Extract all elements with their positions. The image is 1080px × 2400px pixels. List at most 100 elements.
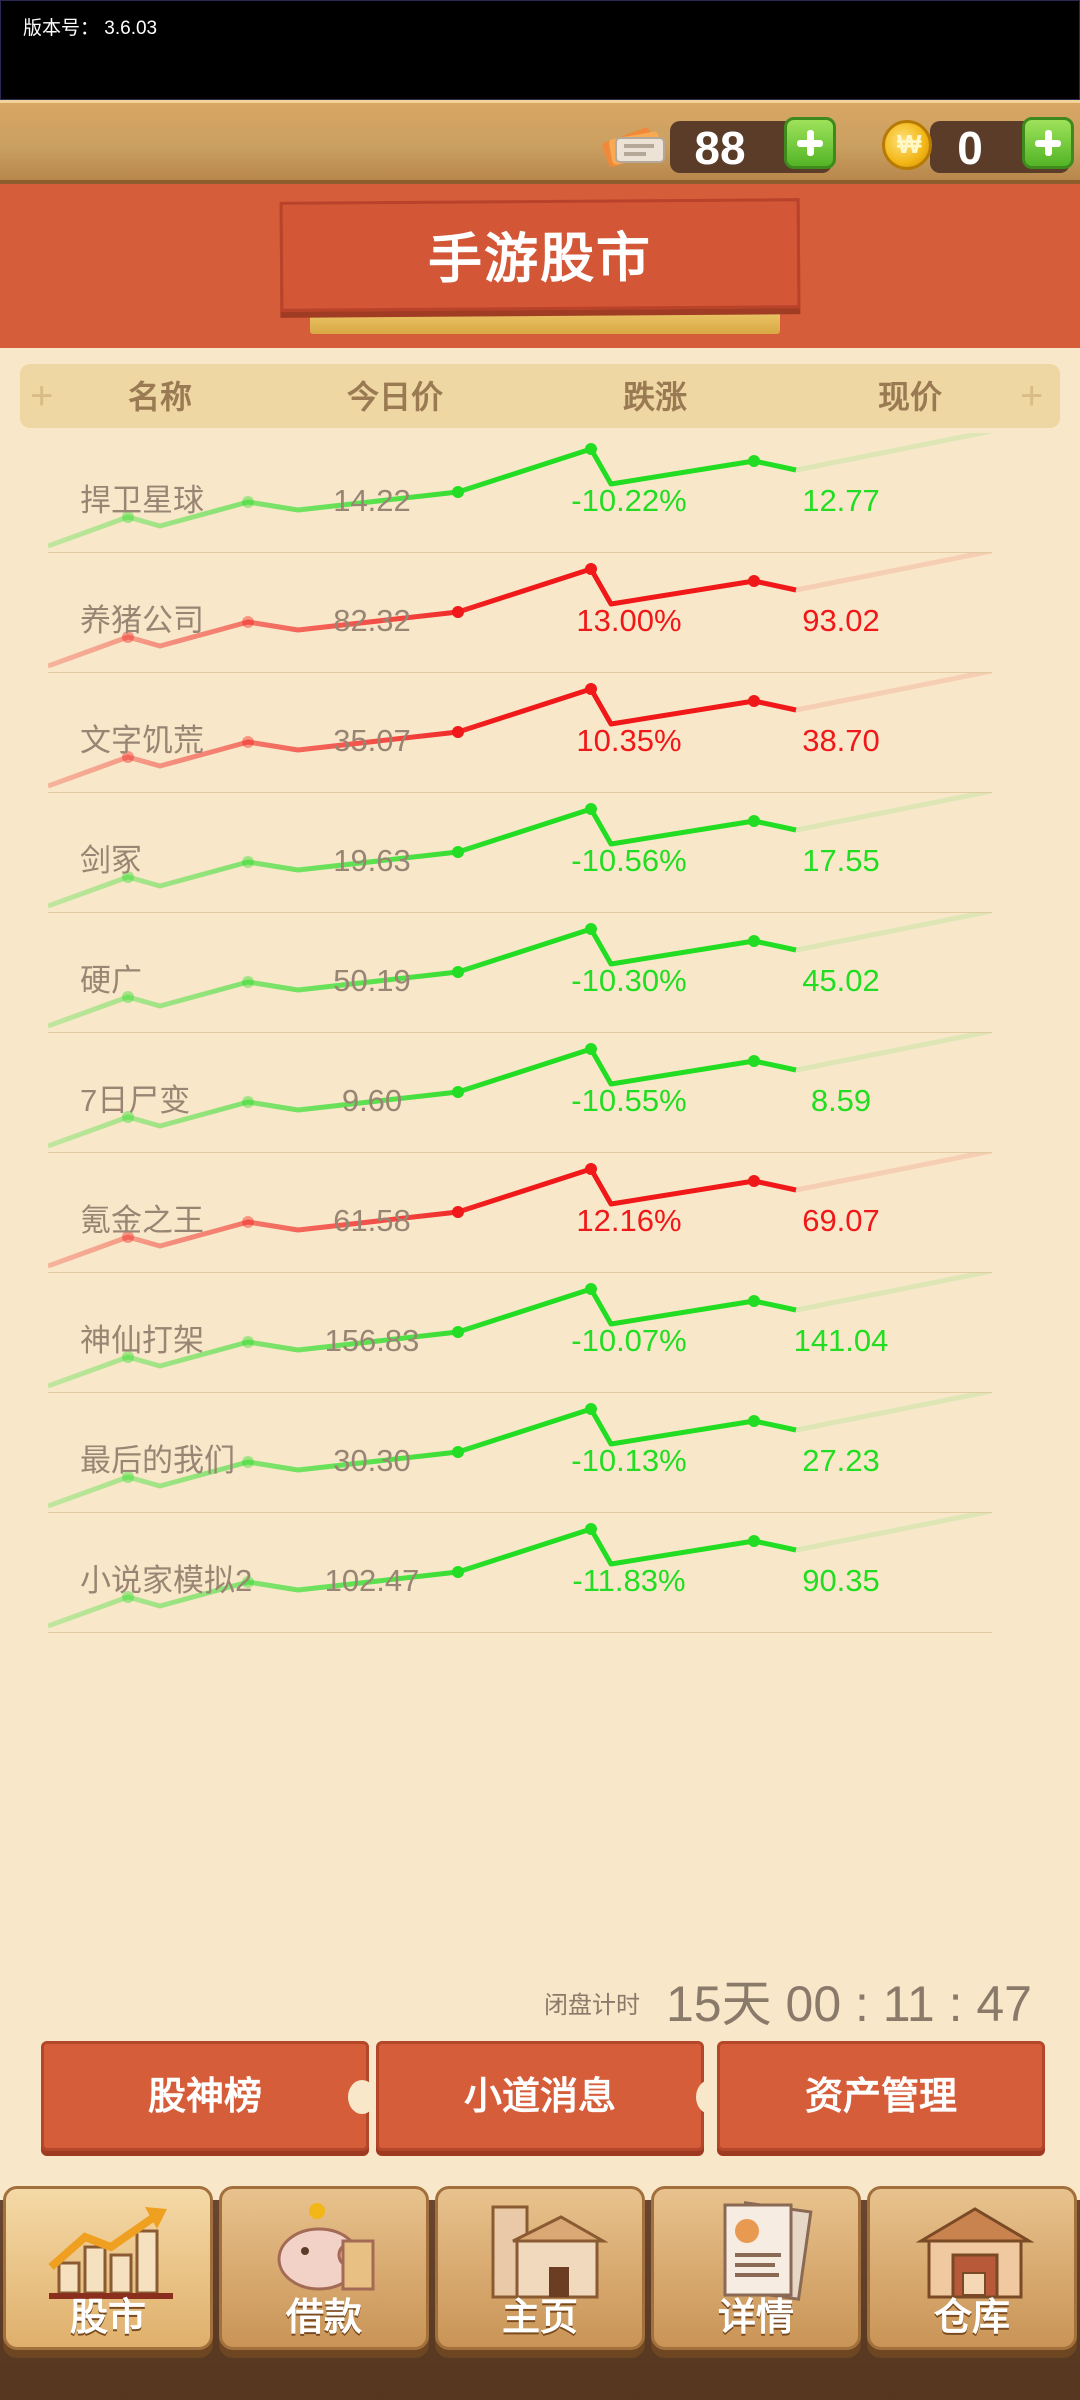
nav-item-stocks[interactable]: 股市 [3, 2186, 213, 2350]
sparkline-point [585, 683, 597, 695]
stock-current-price: 38.70 [802, 723, 880, 758]
stock-row[interactable]: 7日尸变 9.60 -10.55% 8.59 [48, 1033, 992, 1153]
sparkline-tail [795, 1393, 992, 1433]
sparkline-point [748, 695, 760, 707]
timer-label: 闭盘计时 [544, 1992, 640, 2019]
stock-row[interactable]: 捍卫星球 14.22 -10.22% 12.77 [48, 433, 992, 553]
stock-row[interactable]: 养猪公司 82.32 13.00% 93.02 [48, 553, 992, 673]
sparkline-point [748, 935, 760, 947]
stock-change: -10.13% [571, 1443, 687, 1478]
sparkline-point [585, 443, 597, 455]
stock-name: 7日尸变 [80, 1083, 191, 1118]
sparkline-point [748, 455, 760, 467]
sparkline-point [748, 815, 760, 827]
plus-decor-left-icon: + [30, 374, 54, 418]
add-tickets-button[interactable] [784, 117, 836, 169]
sparkline-tail [795, 553, 992, 593]
stock-name: 捍卫星球 [80, 483, 204, 518]
coin-count: 0 [957, 122, 983, 174]
plus-decor-right-icon: + [1020, 374, 1044, 418]
sparkline-point [748, 1535, 760, 1547]
column-header-name: 名称 [127, 379, 192, 415]
stock-name: 氪金之王 [80, 1203, 204, 1238]
sparkline-point [585, 1523, 597, 1535]
status-bar: 版本号： 3.6.03 [0, 0, 1080, 100]
sparkline-tail [795, 1273, 992, 1313]
sparkline-point [585, 1283, 597, 1295]
stock-row[interactable]: 最后的我们 30.30 -10.13% 27.23 [48, 1393, 992, 1513]
stock-row[interactable]: 硬广 50.19 -10.30% 45.02 [48, 913, 992, 1033]
stock-name: 硬广 [80, 963, 142, 998]
stock-row[interactable]: 小说家模拟2 102.47 -11.83% 90.35 [48, 1513, 992, 1633]
stock-current-price: 27.23 [802, 1443, 880, 1478]
sparkline-tail [795, 673, 992, 713]
sparkline-tail [795, 1153, 992, 1193]
stock-change: -10.22% [571, 483, 687, 518]
stock-current-price: 90.35 [802, 1563, 880, 1598]
nav-label-stocks: 股市 [69, 2297, 146, 2339]
sparkline-point [748, 1415, 760, 1427]
stock-name: 养猪公司 [80, 603, 204, 638]
stock-current-price: 141.04 [793, 1323, 889, 1358]
nav-item-warehouse[interactable]: 仓库 [867, 2186, 1077, 2350]
table-header: + 名称 今日价 跌涨 现价 + [20, 364, 1060, 428]
sparkline-tail [795, 1033, 992, 1073]
leaderboard-button[interactable]: 股神榜 [41, 2041, 369, 2151]
sparkline-tail [795, 1513, 992, 1553]
nav-label-details: 详情 [717, 2297, 794, 2339]
stock-row[interactable]: 神仙打架 156.83 -10.07% 141.04 [48, 1273, 992, 1393]
sparkline-point [585, 563, 597, 575]
stock-current-price: 69.07 [802, 1203, 880, 1238]
sparkline-tail [795, 433, 992, 473]
title-banner: 手游股市 [279, 198, 801, 312]
asset-management-button[interactable]: 资产管理 [717, 2041, 1045, 2151]
page-title: 手游股市 [427, 228, 653, 290]
sparkline-point [748, 1295, 760, 1307]
button-connector [348, 2080, 376, 2114]
stock-row[interactable]: 氪金之王 61.58 12.16% 69.07 [48, 1153, 992, 1273]
stock-row[interactable]: 剑冢 19.63 -10.56% 17.55 [48, 793, 992, 913]
stock-change: 12.16% [576, 1203, 682, 1238]
sparkline-tail [795, 913, 992, 953]
nav-item-home[interactable]: 主页 [435, 2186, 645, 2350]
ticket-count: 88 [694, 122, 746, 174]
version-label: 版本号： 3.6.03 [23, 18, 158, 39]
stock-current-price: 45.02 [802, 963, 880, 998]
stock-change: -10.30% [571, 963, 687, 998]
stock-current-price: 12.77 [802, 483, 880, 518]
stock-change: 13.00% [576, 603, 682, 638]
stock-current-price: 17.55 [802, 843, 880, 878]
stock-change: 10.35% [576, 723, 682, 758]
sparkline-point [585, 803, 597, 815]
sparkline-point [585, 1043, 597, 1055]
sparkline-point [585, 1163, 597, 1175]
stock-name: 剑冢 [80, 843, 142, 878]
stock-change: -11.83% [572, 1563, 686, 1598]
sparkline-point [748, 1055, 760, 1067]
nav-label-home: 主页 [501, 2297, 578, 2339]
sparkline-point [585, 1403, 597, 1415]
stock-current-price: 8.59 [810, 1083, 872, 1118]
nav-item-loans[interactable]: 借款 [219, 2186, 429, 2350]
nav-label-loans: 借款 [285, 2297, 362, 2339]
coin-icon: ₩ [882, 120, 932, 170]
sparkline-point [748, 575, 760, 587]
sparkline-point [585, 923, 597, 935]
stock-change: -10.56% [571, 843, 687, 878]
timer-value: 15天 00 : 11 : 47 [666, 1976, 1032, 2032]
column-header-today: 今日价 [346, 379, 443, 415]
stock-name: 文字饥荒 [80, 723, 204, 758]
sparkline-point [748, 1175, 760, 1187]
add-coins-button[interactable] [1022, 117, 1074, 169]
nav-item-details[interactable]: 详情 [651, 2186, 861, 2350]
sparkline-tail [795, 793, 992, 833]
insider-news-button[interactable]: 小道消息 [376, 2041, 704, 2151]
stock-current-price: 93.02 [802, 603, 880, 638]
stock-change: -10.07% [571, 1323, 687, 1358]
nav-label-warehouse: 仓库 [933, 2297, 1010, 2339]
stock-name: 神仙打架 [80, 1323, 204, 1358]
ticket-icon [602, 127, 665, 167]
column-header-change: 跌涨 [622, 379, 687, 415]
column-header-current: 现价 [877, 379, 942, 415]
stock-row[interactable]: 文字饥荒 35.07 10.35% 38.70 [48, 673, 992, 793]
